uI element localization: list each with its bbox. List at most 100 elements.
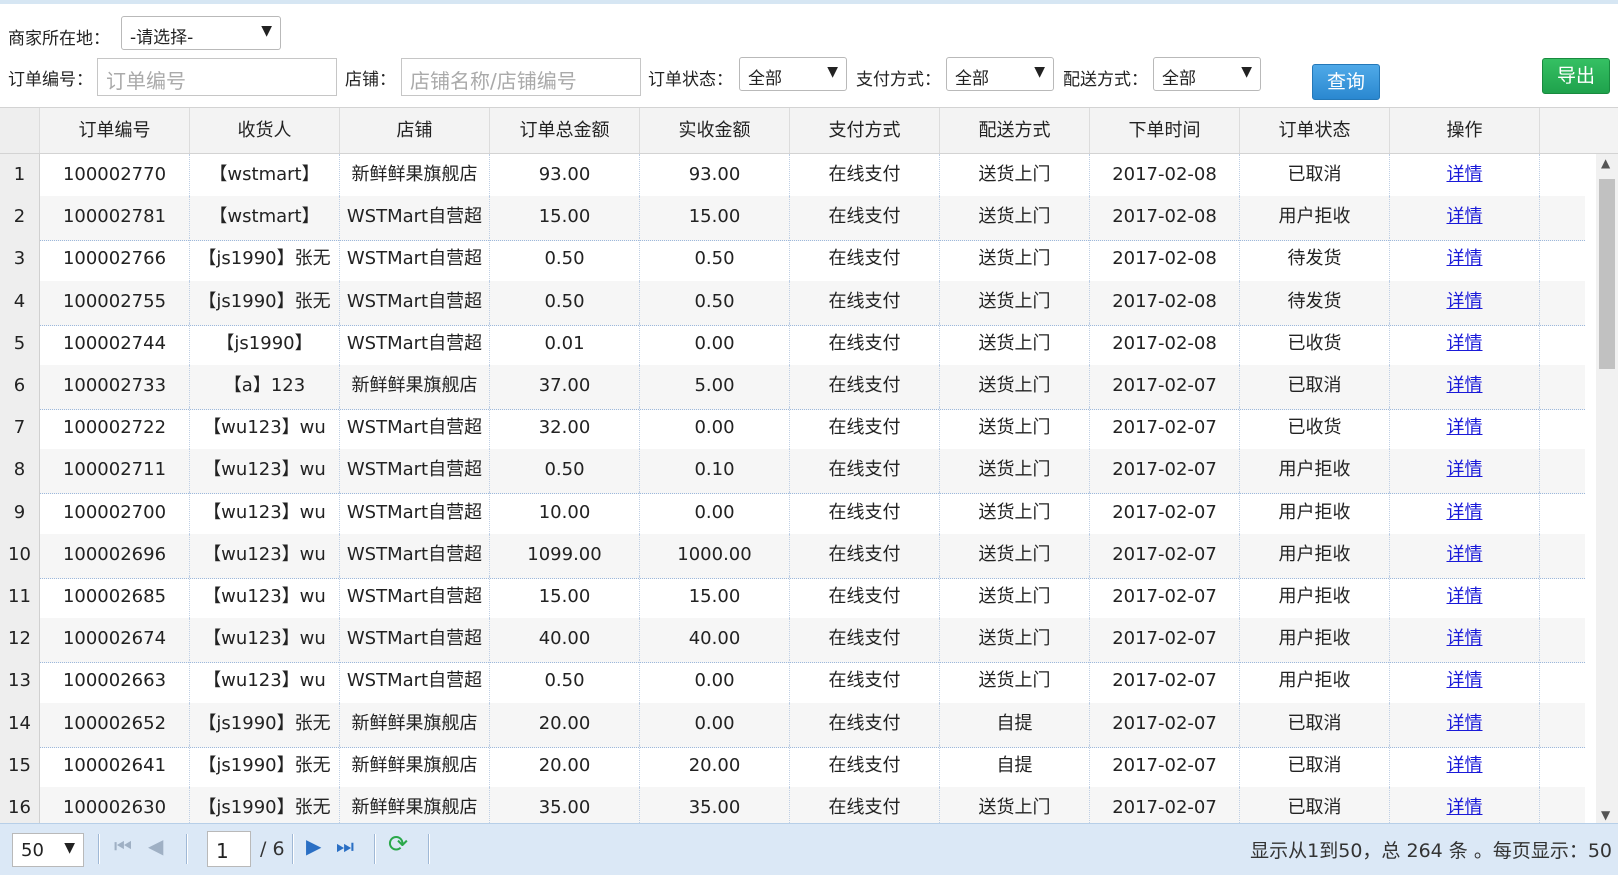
- location-select[interactable]: -请选择- ▼: [121, 16, 281, 50]
- refresh-icon[interactable]: ⟳: [388, 830, 408, 858]
- payment-select[interactable]: 全部 ▼: [946, 57, 1054, 91]
- status-select[interactable]: 全部 ▼: [739, 57, 847, 91]
- prev-page-icon[interactable]: ◀: [148, 834, 163, 858]
- table-row[interactable]: 13 100002663 【wu123】wu WSTMart自营超 0.50 0.00 在线…: [0, 660, 1585, 706]
- table-row[interactable]: 3 100002766 【js1990】张无 WSTMart自营超 0.50 0.50 在线…: [0, 238, 1585, 284]
- cell-date: 2017-02-08: [1090, 196, 1240, 239]
- cell-delivery: 送货上门: [940, 533, 1090, 576]
- detail-link[interactable]: 详情: [1447, 755, 1483, 776]
- table-row[interactable]: 5 100002744 【js1990】 WSTMart自营超 0.01 0.00 在线支付…: [0, 322, 1585, 368]
- next-page-icon[interactable]: ▶: [306, 834, 321, 858]
- cell-consignee: 【js1990】张无: [190, 702, 340, 745]
- header-date[interactable]: 下单时间: [1090, 108, 1240, 153]
- vertical-scrollbar[interactable]: ▲ ▼: [1596, 154, 1618, 824]
- cell-date: 2017-02-07: [1090, 407, 1240, 450]
- detail-link[interactable]: 详情: [1447, 628, 1483, 649]
- header-shop[interactable]: 店铺: [340, 108, 490, 153]
- cell-total: 1099.00: [490, 533, 640, 576]
- cell-consignee: 【wu123】wu: [190, 660, 340, 703]
- detail-link[interactable]: 详情: [1447, 544, 1483, 565]
- header-paid[interactable]: 实收金额: [640, 108, 790, 153]
- grid-body: 1 100002770 【wstmart】 新鲜鲜果旗舰店 93.00 93.00 在线支付…: [0, 154, 1585, 824]
- pager-separator: [186, 834, 188, 864]
- table-row[interactable]: 8 100002711 【wu123】wu WSTMart自营超 0.50 0.10 在线支…: [0, 449, 1585, 495]
- table-row[interactable]: 1 100002770 【wstmart】 新鲜鲜果旗舰店 93.00 93.00 在线支付…: [0, 154, 1585, 199]
- cell-paid: 20.00: [640, 744, 790, 787]
- cell-shop: WSTMart自营超: [340, 196, 490, 239]
- scrollbar-thumb[interactable]: [1599, 179, 1615, 369]
- cell-payment: 在线支付: [790, 660, 940, 703]
- delivery-label: 配送方式：: [1063, 70, 1148, 90]
- cell-shop: 新鲜鲜果旗舰店: [340, 787, 490, 824]
- cell-shop: WSTMart自营超: [340, 280, 490, 323]
- detail-link[interactable]: 详情: [1447, 375, 1483, 396]
- table-row[interactable]: 11 100002685 【wu123】wu WSTMart自营超 15.00 15.00…: [0, 576, 1585, 621]
- shop-input[interactable]: [401, 58, 641, 96]
- query-button[interactable]: 查询: [1312, 64, 1380, 100]
- cell-delivery: 送货上门: [940, 322, 1090, 365]
- cell-status: 已取消: [1240, 702, 1390, 745]
- order-no-input[interactable]: [97, 58, 337, 96]
- cell-shop: WSTMart自营超: [340, 618, 490, 661]
- detail-link[interactable]: 详情: [1447, 670, 1483, 691]
- cell-paid: 0.50: [640, 280, 790, 323]
- row-number: 8: [0, 449, 40, 492]
- detail-link[interactable]: 详情: [1447, 333, 1483, 354]
- table-row[interactable]: 7 100002722 【wu123】wu WSTMart自营超 32.00 0.00 在线…: [0, 407, 1585, 453]
- table-row[interactable]: 15 100002641 【js1990】张无 新鲜鲜果旗舰店 20.00 20.00 在线…: [0, 744, 1585, 790]
- scroll-down-icon[interactable]: ▼: [1601, 808, 1610, 822]
- detail-link[interactable]: 详情: [1447, 502, 1483, 523]
- table-cell: 详情: [1390, 787, 1540, 824]
- page-size-select[interactable]: 50 ▼: [12, 833, 84, 867]
- cell-status: 已收货: [1240, 322, 1390, 365]
- table-row[interactable]: 10 100002696 【wu123】wu WSTMart自营超 1099.00 100…: [0, 533, 1585, 579]
- table-row[interactable]: 16 100002630 【js1990】张无 新鲜鲜果旗舰店 35.00 35.00 在线…: [0, 787, 1585, 824]
- cell-consignee: 【a】123: [190, 365, 340, 408]
- cell-paid: 40.00: [640, 618, 790, 661]
- table-row[interactable]: 9 100002700 【wu123】wu WSTMart自营超 10.00 0.00 在线…: [0, 491, 1585, 537]
- page-size-value: 50: [21, 840, 44, 861]
- cell-consignee: 【wu123】wu: [190, 449, 340, 492]
- cell-shop: WSTMart自营超: [340, 491, 490, 534]
- table-row[interactable]: 4 100002755 【js1990】张无 WSTMart自营超 0.50 0.50 在线…: [0, 280, 1585, 326]
- table-row[interactable]: 2 100002781 【wstmart】 WSTMart自营超 15.00 15.00 在…: [0, 196, 1585, 242]
- detail-link[interactable]: 详情: [1447, 164, 1483, 185]
- detail-link[interactable]: 详情: [1447, 459, 1483, 480]
- detail-link[interactable]: 详情: [1447, 417, 1483, 438]
- header-payment[interactable]: 支付方式: [790, 108, 940, 153]
- location-select-value: -请选择-: [130, 28, 194, 48]
- row-number: 9: [0, 491, 40, 534]
- row-number: 11: [0, 576, 40, 619]
- orders-grid: 订单编号 收货人 店铺 订单总金额 实收金额 支付方式 配送方式 下单时间 订单…: [0, 107, 1618, 824]
- cell-status: 待发货: [1240, 238, 1390, 281]
- cell-total: 10.00: [490, 491, 640, 534]
- export-button[interactable]: 导出: [1542, 58, 1610, 94]
- cell-order-no: 100002696: [40, 533, 190, 576]
- first-page-icon[interactable]: ⏮: [114, 834, 132, 858]
- table-row[interactable]: 12 100002674 【wu123】wu WSTMart自营超 40.00 40.00…: [0, 618, 1585, 664]
- cell-payment: 在线支付: [790, 787, 940, 824]
- page-number-input[interactable]: 1: [207, 831, 251, 867]
- detail-link[interactable]: 详情: [1447, 248, 1483, 269]
- header-consignee[interactable]: 收货人: [190, 108, 340, 153]
- cell-payment: 在线支付: [790, 238, 940, 281]
- row-number: 4: [0, 280, 40, 323]
- cell-status: 已取消: [1240, 744, 1390, 787]
- detail-link[interactable]: 详情: [1447, 586, 1483, 607]
- detail-link[interactable]: 详情: [1447, 206, 1483, 227]
- detail-link[interactable]: 详情: [1447, 291, 1483, 312]
- table-row[interactable]: 14 100002652 【js1990】张无 新鲜鲜果旗舰店 20.00 0.00 在线支…: [0, 702, 1585, 748]
- header-delivery[interactable]: 配送方式: [940, 108, 1090, 153]
- scroll-up-icon[interactable]: ▲: [1601, 156, 1610, 170]
- last-page-icon[interactable]: ⏭: [336, 834, 354, 858]
- header-total[interactable]: 订单总金额: [490, 108, 640, 153]
- cell-total: 0.01: [490, 322, 640, 365]
- detail-link[interactable]: 详情: [1447, 713, 1483, 734]
- table-row[interactable]: 6 100002733 【a】123 新鲜鲜果旗舰店 37.00 5.00 在线支付 送货上门…: [0, 365, 1585, 410]
- cell-order-no: 100002770: [40, 154, 190, 197]
- delivery-select[interactable]: 全部 ▼: [1153, 57, 1261, 91]
- header-order-no[interactable]: 订单编号: [40, 108, 190, 153]
- cell-delivery: 送货上门: [940, 365, 1090, 408]
- detail-link[interactable]: 详情: [1447, 797, 1483, 818]
- header-status[interactable]: 订单状态: [1240, 108, 1390, 153]
